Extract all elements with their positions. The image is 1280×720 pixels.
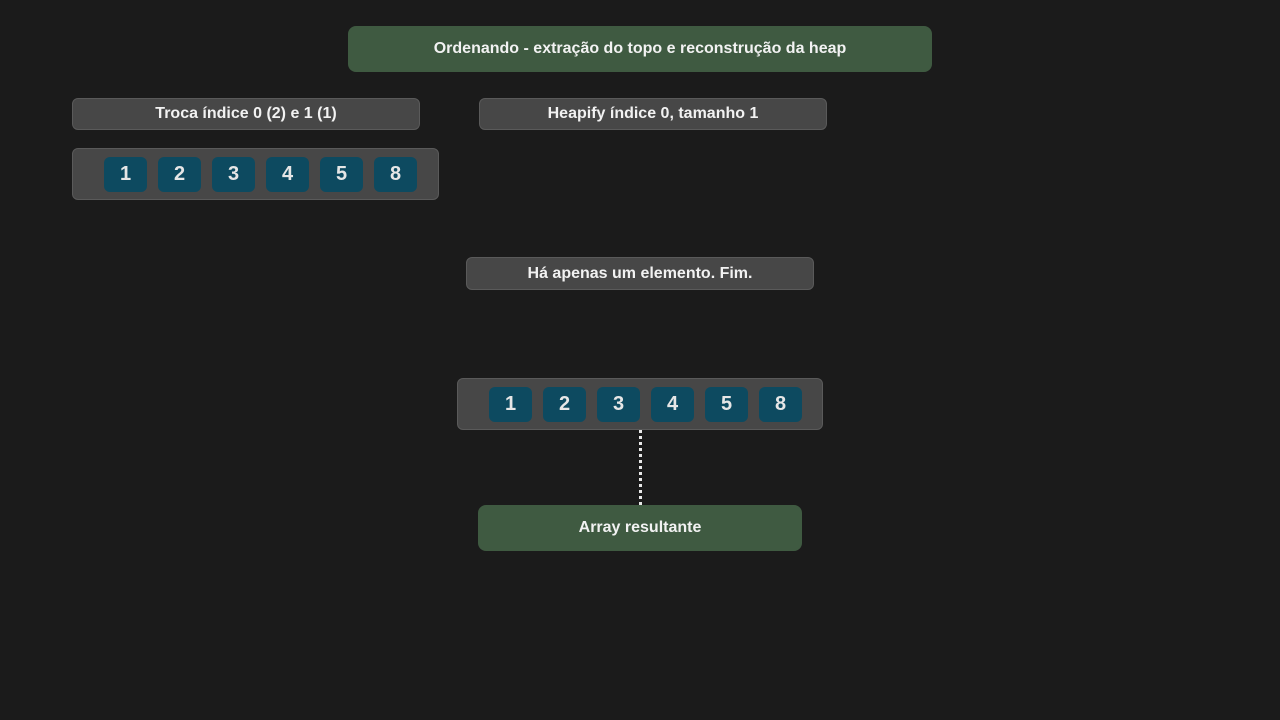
array-top-cell: 1 xyxy=(104,156,147,192)
swap-step-box: Troca índice 0 (2) e 1 (1) xyxy=(72,98,420,130)
title-box: Ordenando - extração do topo e reconstru… xyxy=(348,26,932,72)
dotted-connector xyxy=(639,430,642,505)
heapify-step-box: Heapify índice 0, tamanho 1 xyxy=(479,98,827,130)
result-label-text: Array resultante xyxy=(578,519,702,536)
array-result-cell: 3 xyxy=(597,386,640,422)
array-result-cell: 5 xyxy=(705,386,748,422)
heapify-step-text: Heapify índice 0, tamanho 1 xyxy=(547,105,759,122)
array-result-cell: 2 xyxy=(543,386,586,422)
diagram-canvas: Ordenando - extração do topo e reconstru… xyxy=(0,0,1280,720)
array-top: 1 2 3 4 5 8 xyxy=(72,148,439,200)
message-box: Há apenas um elemento. Fim. xyxy=(466,257,814,290)
array-result-cell: 4 xyxy=(651,386,694,422)
title-text: Ordenando - extração do topo e reconstru… xyxy=(433,40,847,57)
array-result-cell: 8 xyxy=(759,386,802,422)
array-result: 1 2 3 4 5 8 xyxy=(457,378,823,430)
array-result-cell: 1 xyxy=(489,386,532,422)
array-top-cell: 8 xyxy=(374,156,417,192)
swap-step-text: Troca índice 0 (2) e 1 (1) xyxy=(155,105,337,122)
message-text: Há apenas um elemento. Fim. xyxy=(527,264,753,282)
array-top-cell: 5 xyxy=(320,156,363,192)
array-top-cell: 3 xyxy=(212,156,255,192)
array-top-cell: 4 xyxy=(266,156,309,192)
array-top-cell: 2 xyxy=(158,156,201,192)
result-label-box: Array resultante xyxy=(478,505,802,551)
